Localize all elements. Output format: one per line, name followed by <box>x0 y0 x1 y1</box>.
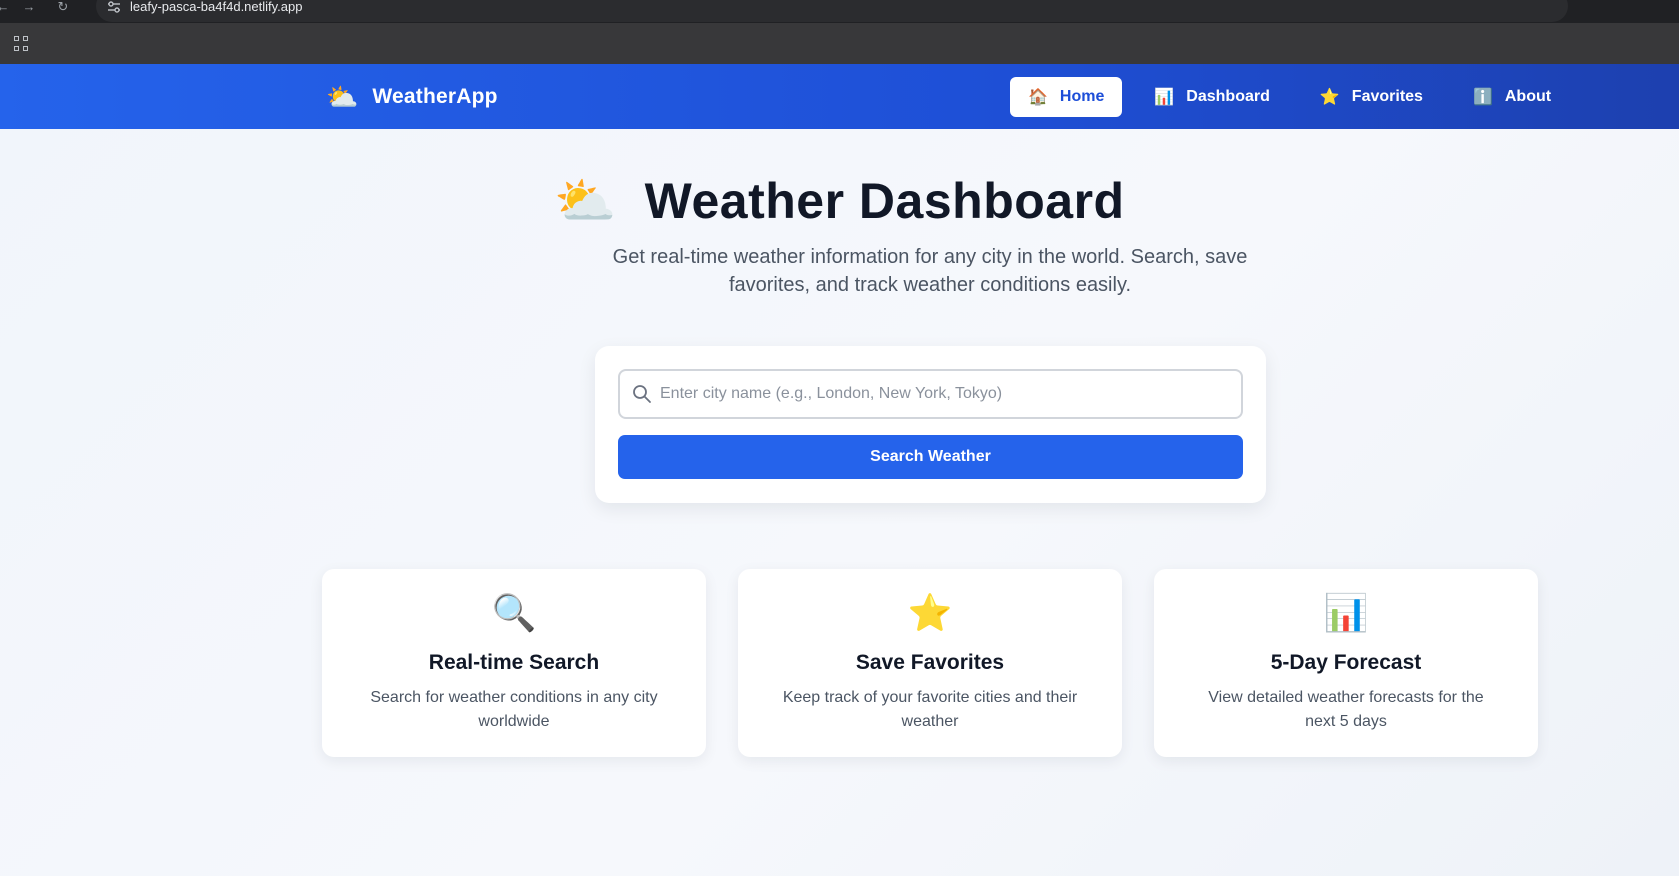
feature-description: Search for weather conditions in any cit… <box>370 689 658 730</box>
site-settings-icon[interactable] <box>106 0 122 16</box>
reload-icon[interactable]: ↻ <box>54 0 72 14</box>
feature-title: 5-Day Forecast <box>1270 651 1422 674</box>
feature-card-search: 🔍 Real-time Search Search for weather co… <box>322 569 706 757</box>
sun-cloud-icon: ⛅ <box>326 82 359 112</box>
feature-card-favorites: ⭐ Save Favorites Keep track of your favo… <box>738 569 1122 757</box>
feature-card-forecast: 📊 5-Day Forecast View detailed weather f… <box>1154 569 1538 757</box>
magnifier-icon: 🔍 <box>491 592 537 633</box>
bookmarks-bar <box>0 23 1679 64</box>
nav-item-label: About <box>1504 88 1552 105</box>
search-weather-button[interactable]: Search Weather <box>618 435 1243 479</box>
bar-chart-icon: 📊 <box>1323 592 1369 633</box>
browser-toolbar: ← → ↻ leafy-pasca-ba4f4d.netlify.app <box>0 0 1679 23</box>
url-text[interactable]: leafy-pasca-ba4f4d.netlify.app <box>130 0 302 15</box>
back-arrow-icon[interactable]: ← <box>0 0 12 14</box>
info-icon: ℹ️ <box>1472 89 1493 106</box>
star-icon: ⭐ <box>1319 89 1340 106</box>
sun-cloud-icon: ⛅ <box>554 173 617 229</box>
feature-description: Keep track of your favorite cities and t… <box>782 689 1078 730</box>
search-field[interactable] <box>618 369 1243 419</box>
nav-item-dashboard[interactable]: 📊 Dashboard <box>1136 77 1288 117</box>
nav-item-label: Favorites <box>1351 88 1423 105</box>
brand-logo[interactable]: ⛅ WeatherApp <box>326 82 498 112</box>
feature-title: Real-time Search <box>428 651 600 674</box>
search-input[interactable] <box>660 371 1230 417</box>
page-title: ⛅ Weather Dashboard <box>0 171 1679 231</box>
nav-item-about[interactable]: ℹ️ About <box>1455 77 1569 117</box>
feature-description: View detailed weather forecasts for the … <box>1208 689 1484 730</box>
apps-grid-icon[interactable] <box>14 36 30 52</box>
house-icon: 🏠 <box>1028 89 1048 106</box>
main-nav: 🏠 Home 📊 Dashboard ⭐ Favorites ℹ️ About <box>1010 77 1583 117</box>
search-icon <box>632 384 652 404</box>
feature-cards: 🔍 Real-time Search Search for weather co… <box>322 569 1539 757</box>
search-card: Search Weather <box>595 346 1266 503</box>
page-subtitle: Get real-time weather information for an… <box>612 246 1248 296</box>
feature-title: Save Favorites <box>855 651 1005 674</box>
nav-item-label: Dashboard <box>1186 88 1270 105</box>
address-bar[interactable]: leafy-pasca-ba4f4d.netlify.app <box>96 0 1568 22</box>
main-content: ⛅ Weather Dashboard Get real-time weathe… <box>0 129 1679 876</box>
page-title-text: Weather Dashboard <box>644 173 1125 229</box>
star-icon: ⭐ <box>907 592 953 633</box>
app-header: ⛅ WeatherApp 🏠 Home 📊 Dashboard ⭐ Favori… <box>0 64 1679 129</box>
brand-name: WeatherApp <box>372 85 498 108</box>
bar-chart-icon: 📊 <box>1154 89 1175 106</box>
forward-arrow-icon[interactable]: → <box>20 0 38 14</box>
nav-item-favorites[interactable]: ⭐ Favorites <box>1302 77 1441 117</box>
nav-item-label: Home <box>1059 88 1105 105</box>
nav-item-home[interactable]: 🏠 Home <box>1010 77 1123 117</box>
